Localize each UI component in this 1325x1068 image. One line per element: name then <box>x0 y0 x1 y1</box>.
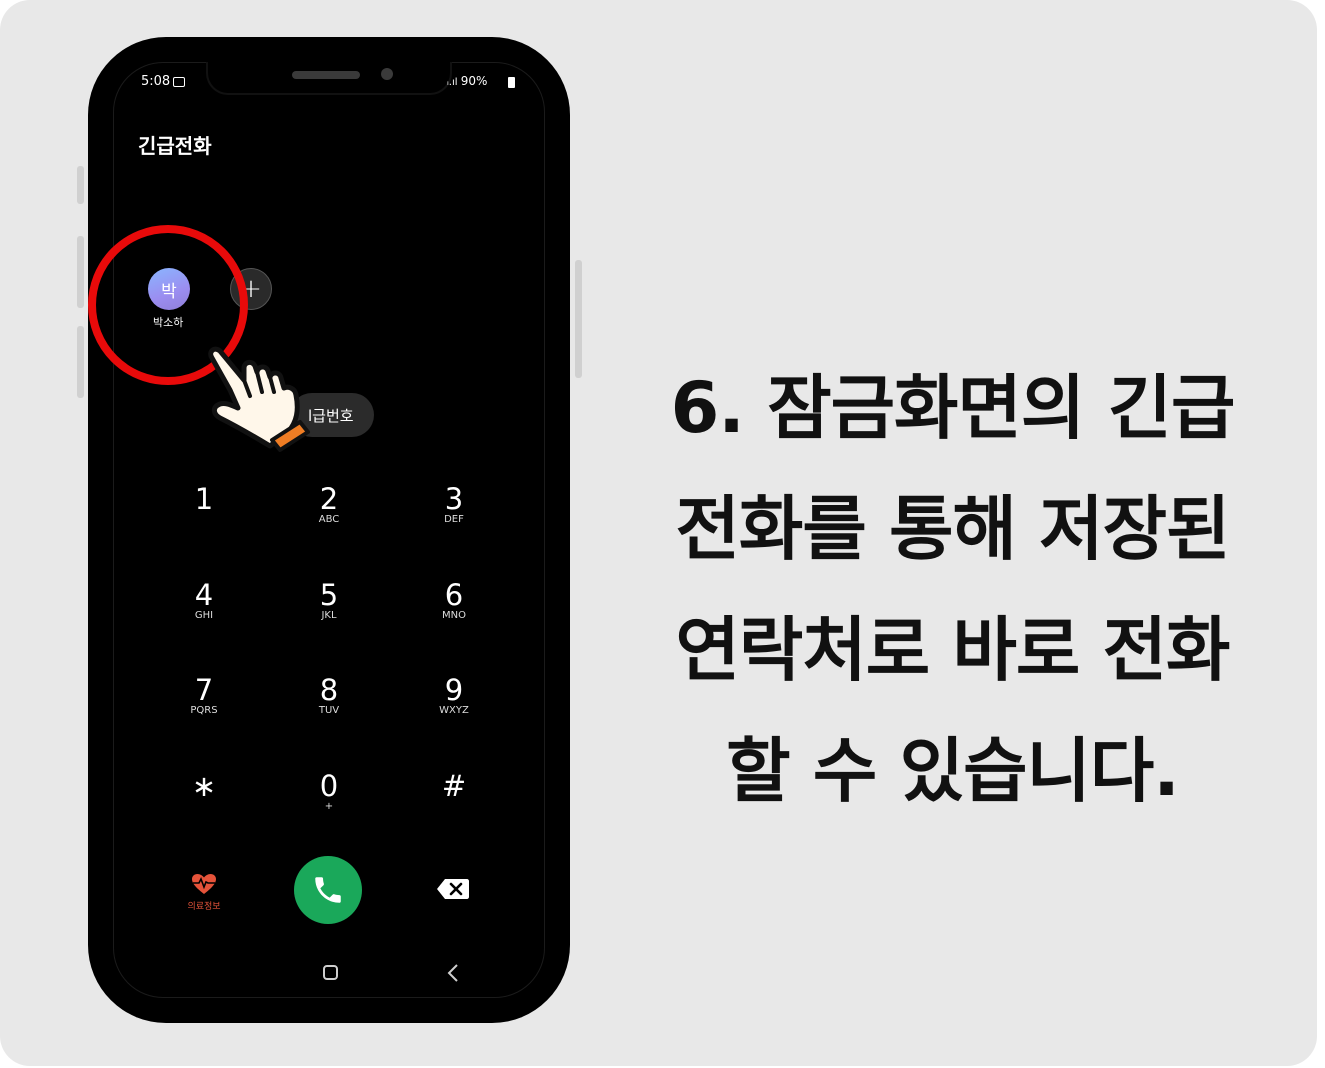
medical-info-button[interactable]: 의료정보 <box>182 873 226 912</box>
key-letters: MNO <box>442 610 466 621</box>
key-letters: ABC <box>318 514 340 525</box>
key-2[interactable]: 2 ABC <box>289 484 369 526</box>
key-7[interactable]: 7 PQRS <box>164 675 244 717</box>
signal-icon: ᵢ.ıl <box>447 77 461 88</box>
phone-volume-up-button <box>77 236 84 308</box>
phone-power-button <box>575 260 582 378</box>
key-digit: 8 <box>319 673 339 707</box>
phone-volume-down-button <box>77 326 84 398</box>
key-5[interactable]: 5 JKL <box>289 580 369 622</box>
key-1[interactable]: 1 <box>164 484 244 514</box>
caption-line: 할 수 있습니다. <box>726 730 1180 812</box>
key-9[interactable]: 9 WXYZ <box>414 675 494 717</box>
key-letters: JKL <box>321 610 337 621</box>
key-digit: ∗ <box>191 769 217 803</box>
key-digit: 1 <box>194 482 214 516</box>
key-digit: 9 <box>444 673 464 707</box>
caption-line: 전화를 통해 저장된 <box>675 488 1231 570</box>
key-letters: DEF <box>444 514 464 525</box>
key-letters: PQRS <box>190 705 218 716</box>
key-digit: 6 <box>444 578 464 612</box>
key-digit: 2 <box>319 482 339 516</box>
key-8[interactable]: 8 TUV <box>289 675 369 717</box>
heart-pulse-icon <box>192 874 216 894</box>
home-nav-icon[interactable] <box>323 965 338 980</box>
key-0[interactable]: 0 + <box>289 771 369 813</box>
caption-line: 연락처로 바로 전화 <box>675 609 1231 691</box>
key-letters: + <box>324 801 334 812</box>
key-digit: 0 <box>319 769 339 803</box>
key-6[interactable]: 6 MNO <box>414 580 494 622</box>
back-nav-icon[interactable] <box>446 963 460 983</box>
pointing-hand-icon <box>208 346 310 452</box>
page-title: 긴급전화 <box>138 134 212 158</box>
speaker-grille <box>292 71 360 79</box>
instruction-caption: 6. 잠금화면의 긴급 전화를 통해 저장된 연락처로 바로 전화 할 수 있습… <box>600 348 1305 832</box>
key-digit: 5 <box>319 578 339 612</box>
call-button[interactable] <box>294 856 362 924</box>
key-star[interactable]: ∗ <box>164 771 244 801</box>
key-digit: 7 <box>194 673 214 707</box>
backspace-icon[interactable] <box>436 878 470 900</box>
key-4[interactable]: 4 GHI <box>164 580 244 622</box>
phone-side-button <box>77 166 84 204</box>
key-letters: GHI <box>194 610 214 621</box>
key-letters: TUV <box>318 705 340 716</box>
key-digit: 3 <box>444 482 464 516</box>
battery-percent: 90% <box>460 74 488 88</box>
key-digit: # <box>441 769 467 803</box>
front-camera <box>381 68 393 80</box>
battery-icon <box>508 77 515 88</box>
medical-info-label: 의료정보 <box>187 902 221 912</box>
key-3[interactable]: 3 DEF <box>414 484 494 526</box>
key-digit: 4 <box>194 578 214 612</box>
status-time: 5:08 <box>141 74 171 89</box>
phone-icon <box>315 877 341 903</box>
status-battery-text: ᵢ.ıl 90% <box>447 74 487 88</box>
gallery-notification-icon <box>173 77 185 87</box>
caption-line: 6. 잠금화면의 긴급 <box>670 367 1236 449</box>
key-hash[interactable]: # <box>414 771 494 801</box>
key-letters: WXYZ <box>439 705 469 716</box>
